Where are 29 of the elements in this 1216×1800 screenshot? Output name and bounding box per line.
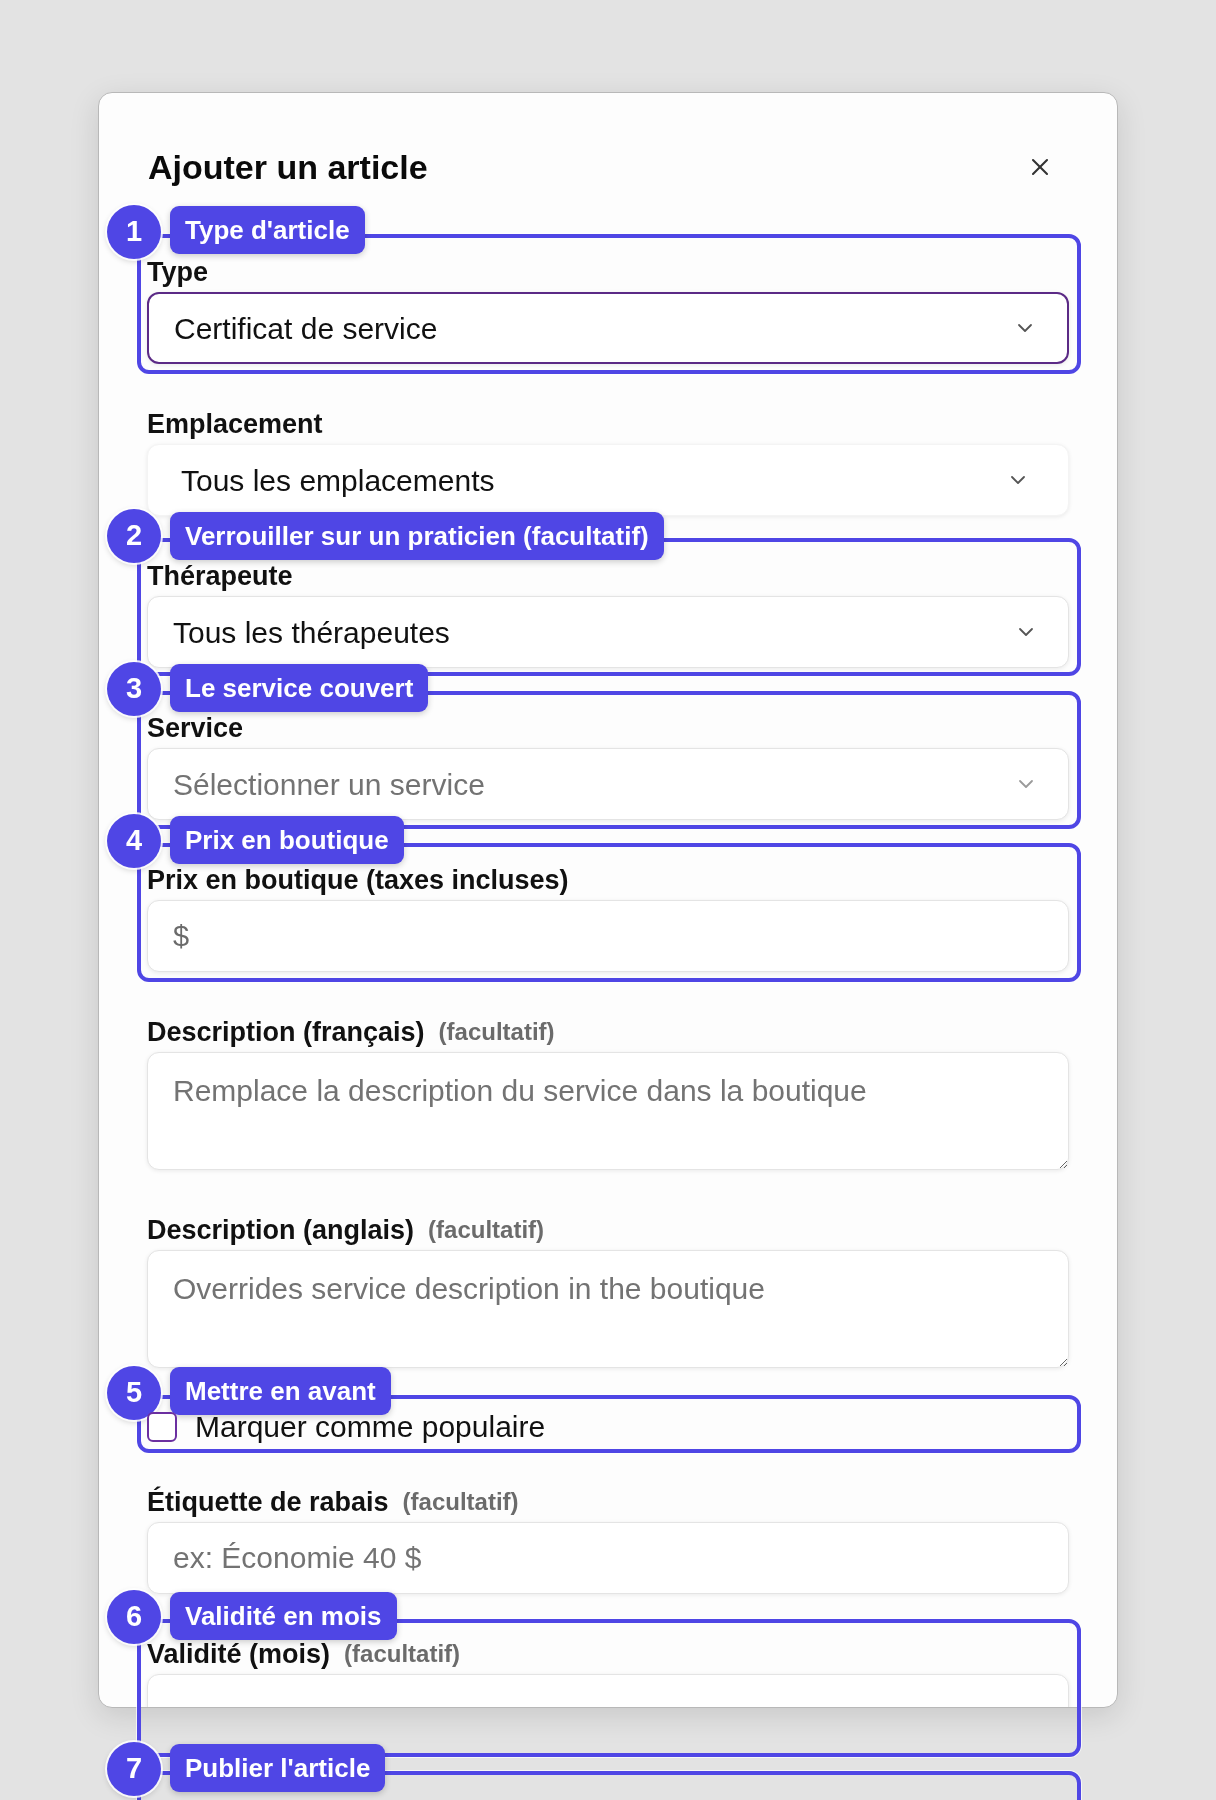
currency-prefix: $ [173,919,190,954]
callout-label: Mettre en avant [170,1367,391,1415]
field-label: Type [147,256,208,288]
checkbox[interactable] [147,1412,177,1442]
textarea-field[interactable]: Remplace la description du service dans la boutique [147,1052,1069,1170]
select-field[interactable]: Certificat de service [147,292,1069,364]
field-label: Emplacement [147,408,323,440]
optional-hint: (facultatif) [402,1487,519,1517]
callout-label: Le service couvert [170,664,429,712]
select-field[interactable]: Tous les thérapeutes [147,596,1069,668]
input-field[interactable]: ex: Économie 40 $ [147,1522,1069,1594]
select-field[interactable]: Sélectionner un service [147,748,1069,820]
optional-hint: (facultatif) [344,1639,461,1669]
callout-label: Verrouiller sur un praticien (facultatif) [170,512,664,560]
optional-hint: (facultatif) [438,1017,555,1047]
dialog-title: Ajouter un article [148,147,428,187]
field-label: Thérapeute [147,560,293,592]
optional-hint: (facultatif) [428,1215,545,1245]
field-label: Description (anglais) [147,1214,415,1246]
field-label: Étiquette de rabais [147,1486,389,1518]
input-field[interactable] [147,900,1069,972]
textarea-field[interactable]: Overrides service description in the boutique [147,1250,1069,1368]
callout-number: 7 [107,1742,161,1796]
field-label: Description (français) [147,1016,425,1048]
callout-label: Validité en mois [170,1592,397,1640]
select-field[interactable]: Tous les emplacements [147,444,1069,516]
callout-label: Prix en boutique [170,816,404,864]
callout-label: Publier l'article [170,1744,386,1792]
callout-label: Type d'article [170,206,365,254]
